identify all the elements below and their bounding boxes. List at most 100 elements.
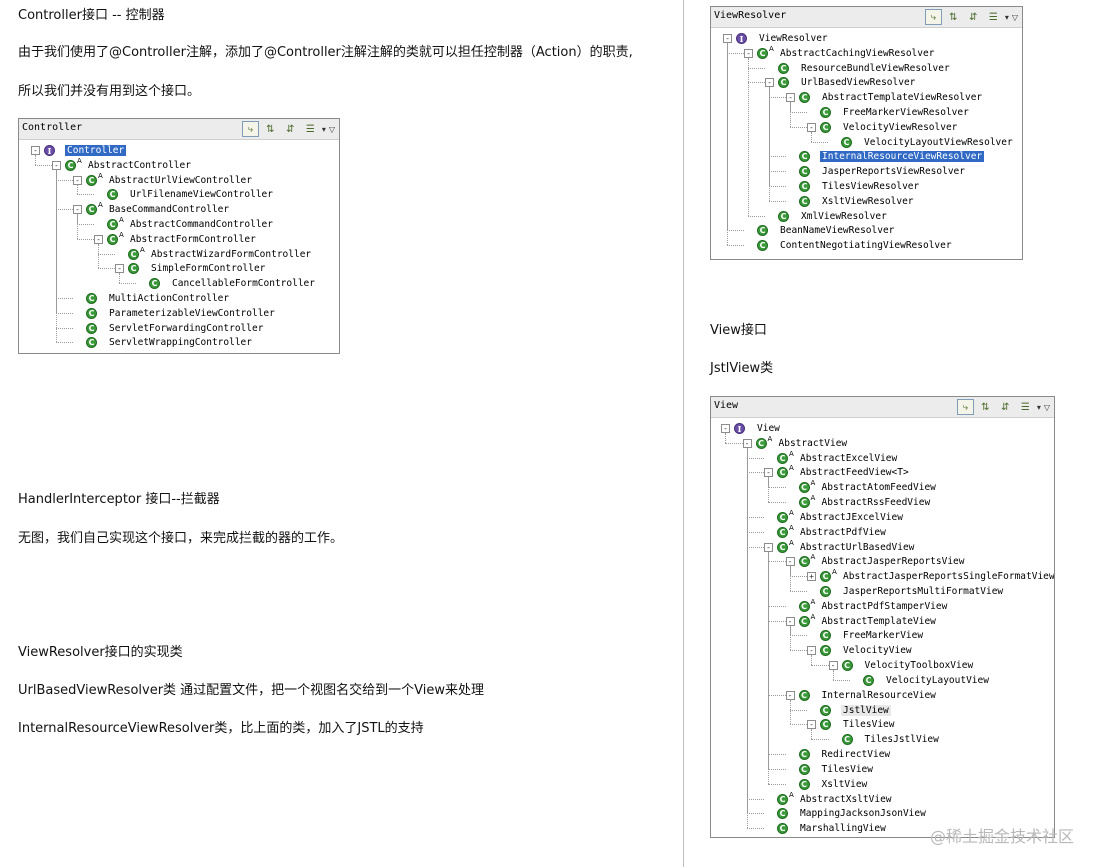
tree-node[interactable]: C TilesView [786,762,875,777]
tree-node[interactable]: - C UrlBasedViewResolver [765,75,917,90]
tree-node[interactable]: - C TilesView [807,717,896,732]
tree-node[interactable]: C FreeMarkerViewResolver [807,105,971,120]
tree-node[interactable]: C JstlView [807,703,891,718]
collapse-icon[interactable]: - [785,557,795,567]
tree-node[interactable]: - C VelocityView [807,643,914,658]
collapse-icon[interactable]: - [764,542,773,552]
collapse-icon[interactable]: - [73,205,82,215]
view-menu-icon[interactable]: ▽ [1012,13,1018,22]
collapse-icon[interactable]: - [807,122,816,132]
class-icon: C [841,734,853,746]
tree-node[interactable]: - I ViewResolver [723,31,830,46]
collapse-icon[interactable]: - [742,438,752,448]
tree-node[interactable]: - C A AbstractUrlBasedView [764,539,916,555]
tree-node[interactable]: C InternalResourceViewResolver [786,149,985,164]
collapse-icon[interactable]: - [115,264,124,274]
history-list-icon[interactable]: ☰ [1017,399,1034,415]
tree-node[interactable]: C XmlViewResolver [765,209,889,224]
collapse-icon[interactable]: - [52,160,61,170]
type-hierarchy-icon[interactable]: ⤷ [956,399,974,415]
collapse-icon[interactable]: - [785,690,795,700]
collapse-icon[interactable]: - [721,424,730,433]
collapse-icon[interactable]: - [744,48,753,58]
tree-node[interactable]: C ResourceBundleViewResolver [765,61,952,76]
tree-node[interactable]: C A AbstractExcelView [764,450,899,466]
tree-node[interactable]: C A AbstractCommandController [94,217,275,232]
tree-node[interactable]: C JasperReportsMultiFormatView [807,584,1005,599]
tree-node[interactable]: - C A AbstractFormController [94,231,258,247]
collapse-icon[interactable]: - [764,468,773,478]
collapse-icon[interactable]: - [807,720,816,730]
tree-node[interactable]: - C SimpleFormController [115,261,267,276]
collapse-icon[interactable]: - [765,78,774,88]
collapse-icon[interactable]: - [31,146,40,155]
tree-node[interactable]: - C A AbstractJasperReportsView [785,554,967,569]
tree-node[interactable]: C ContentNegotiatingViewResolver [744,238,954,253]
view-menu-icon[interactable]: ▽ [1044,403,1050,412]
tree-node[interactable]: C ServletWrappingController [73,335,254,350]
tree-node-label: VelocityViewResolver [843,121,958,133]
tree-node[interactable]: - C VelocityViewResolver [807,120,959,135]
collapse-icon[interactable]: - [723,34,732,43]
tree-node[interactable]: - C VelocityToolboxView [828,658,976,673]
tree-node[interactable]: C TilesJstlView [829,732,941,747]
tree-node[interactable]: C CancellableFormController [136,276,317,291]
collapse-icon[interactable]: - [786,93,795,103]
dropdown-arrow-icon[interactable]: ▾ [1005,13,1009,22]
tree-node[interactable]: C VelocityLayoutViewResolver [828,135,1015,150]
subtype-hierarchy-icon[interactable]: ⇵ [965,9,982,25]
view-menu-icon[interactable]: ▽ [329,125,335,134]
tree-node[interactable]: - C A AbstractTemplateView [785,613,938,629]
supertype-hierarchy-icon[interactable]: ⇅ [262,121,279,137]
collapse-icon[interactable]: - [73,175,82,185]
subtype-hierarchy-icon[interactable]: ⇵ [282,121,299,137]
tree-node[interactable]: C RedirectView [786,747,893,762]
dropdown-arrow-icon[interactable]: ▾ [1037,403,1041,412]
tree-node[interactable]: C XsltViewResolver [786,194,916,209]
tree-node[interactable]: C ServletForwardingController [73,321,265,336]
tree-node[interactable]: C TilesViewResolver [786,179,921,194]
history-list-icon[interactable]: ☰ [985,9,1002,25]
tree-node[interactable]: - C InternalResourceView [785,688,938,703]
collapse-icon[interactable]: - [785,616,795,626]
tree-node[interactable]: C JasperReportsViewResolver [786,164,967,179]
collapse-icon[interactable]: - [807,646,816,656]
tree-node[interactable]: - C AbstractTemplateViewResolver [786,90,984,105]
tree-node[interactable]: - I Controller [31,143,127,158]
history-list-icon[interactable]: ☰ [302,121,319,137]
tree-node[interactable]: C A AbstractJExcelView [764,509,905,525]
tree-node[interactable]: C FreeMarkerView [807,628,925,643]
collapse-icon[interactable]: - [828,661,838,671]
tree-node[interactable]: - C A AbstractFeedView<T> [764,465,911,480]
expand-icon[interactable]: + [807,572,816,582]
tree-node[interactable]: - C A AbstractView [742,435,850,451]
tree-node[interactable]: - C A AbstractController [52,157,193,173]
tree-node[interactable]: C XsltView [786,777,870,792]
dropdown-arrow-icon[interactable]: ▾ [322,125,326,134]
tree-node[interactable]: C UrlFilenameViewController [94,187,275,202]
tree-node[interactable]: - I View [721,421,782,436]
tree-node[interactable]: C MultiActionController [73,291,231,306]
type-hierarchy-icon[interactable]: ⤷ [924,9,942,25]
tree-node[interactable]: C MarshallingView [764,821,888,836]
tree-node[interactable]: C A AbstractWizardFormController [115,246,313,262]
tree-node[interactable]: - C A AbstractUrlViewController [73,172,254,188]
tree-node[interactable]: - C A BaseCommandController [73,202,231,217]
class-icon: C [107,219,118,230]
tree-node[interactable]: C VelocityLayoutView [850,673,991,688]
tree-node[interactable]: C A AbstractAtomFeedView [786,480,938,495]
tree-node[interactable]: C BeanNameViewResolver [744,223,896,238]
tree-node[interactable]: C A AbstractPdfView [764,524,888,540]
tree-node[interactable]: C ParameterizableViewController [73,306,277,321]
tree-node[interactable]: C MappingJacksonJsonView [764,806,928,821]
collapse-icon[interactable]: - [94,234,103,244]
tree-node[interactable]: C A AbstractXsltView [764,791,894,807]
tree-node[interactable]: + C A AbstractJasperReportsSingleFormatView [807,569,1054,584]
supertype-hierarchy-icon[interactable]: ⇅ [977,399,994,415]
tree-node[interactable]: C A AbstractRssFeedView [786,495,933,510]
subtype-hierarchy-icon[interactable]: ⇵ [997,399,1014,415]
type-hierarchy-icon[interactable]: ⤷ [241,121,259,137]
tree-node[interactable]: - C A AbstractCachingViewResolver [744,45,936,61]
tree-node[interactable]: C A AbstractPdfStamperView [786,598,950,614]
supertype-hierarchy-icon[interactable]: ⇅ [945,9,962,25]
